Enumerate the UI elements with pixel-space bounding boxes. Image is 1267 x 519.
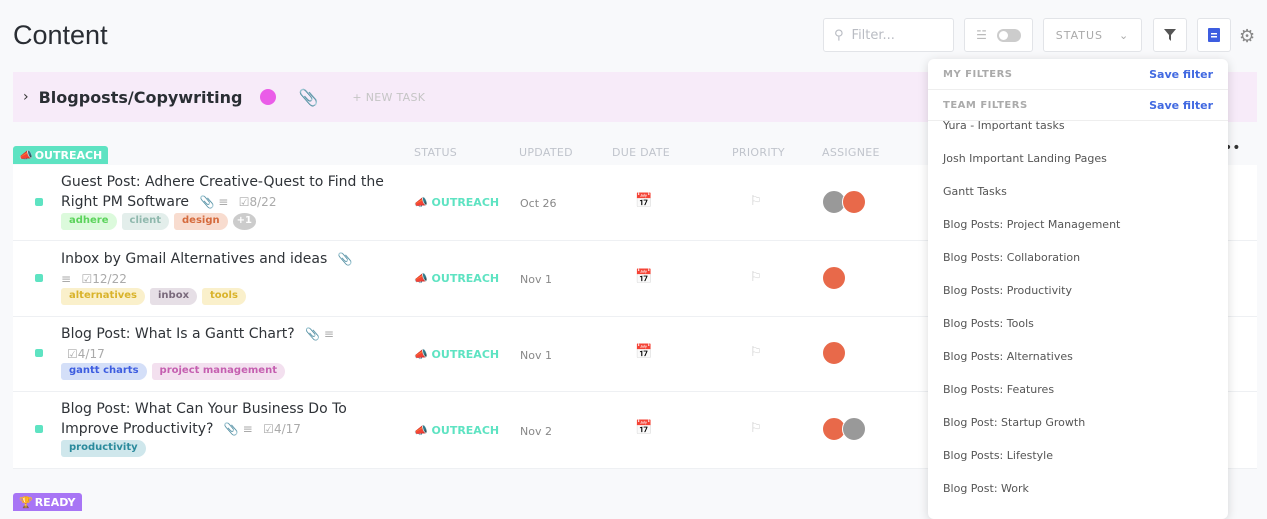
document-icon bbox=[1208, 28, 1220, 42]
saved-filter-item[interactable]: Blog Posts: Tools bbox=[943, 317, 1034, 330]
status-square[interactable] bbox=[35, 198, 43, 206]
checklist-icon: ☑ bbox=[81, 272, 93, 286]
avatar[interactable] bbox=[842, 190, 866, 214]
filter-button[interactable] bbox=[1153, 18, 1187, 52]
filter-placeholder: Filter... bbox=[851, 27, 895, 43]
tag[interactable]: alternatives bbox=[61, 288, 145, 305]
saved-filter-item[interactable]: Blog Posts: Lifestyle bbox=[943, 449, 1053, 462]
status-cell[interactable]: 📣 OUTREACH bbox=[414, 348, 499, 361]
saved-filter-item[interactable]: Yura - Important tasks bbox=[943, 119, 1065, 132]
paperclip-icon: 📎 ≡ bbox=[223, 422, 253, 436]
calendar-icon[interactable]: 📅 bbox=[635, 420, 652, 436]
calendar-icon[interactable]: 📅 bbox=[635, 193, 652, 209]
column-header-status[interactable]: STATUS bbox=[414, 146, 457, 159]
more-tags-badge[interactable]: +1 bbox=[232, 213, 256, 230]
task-name[interactable]: Inbox by Gmail Alternatives and ideas 📎 ≡… bbox=[61, 249, 391, 289]
status-square[interactable] bbox=[35, 425, 43, 433]
task-name[interactable]: Blog Post: What Can Your Business Do To … bbox=[61, 399, 381, 439]
section-label: READY bbox=[34, 495, 76, 509]
paperclip-icon: 📎 ≡ bbox=[305, 327, 334, 341]
filter-input[interactable]: ⚲ Filter... bbox=[823, 18, 954, 52]
page-title: Content bbox=[13, 20, 108, 50]
saved-filter-item[interactable]: Blog Post: Startup Growth bbox=[943, 416, 1085, 429]
tag[interactable]: inbox bbox=[150, 288, 198, 305]
updated-date: Nov 2 bbox=[520, 425, 552, 438]
checklist-count: 12/22 bbox=[92, 272, 127, 286]
trophy-icon: 🏆 bbox=[19, 495, 33, 509]
saved-filter-item[interactable]: Blog Posts: Alternatives bbox=[943, 350, 1073, 363]
save-button[interactable] bbox=[1197, 18, 1231, 52]
checklist-icon: ☑ bbox=[67, 347, 78, 361]
chevron-down-icon: ⌄ bbox=[1119, 28, 1130, 42]
toggle-switch[interactable] bbox=[996, 28, 1021, 42]
column-header-priority[interactable]: PRIORITY bbox=[732, 146, 785, 159]
my-filters-header: MY FILTERS Save filter bbox=[928, 59, 1228, 90]
save-filter-link[interactable]: Save filter bbox=[1149, 68, 1213, 81]
status-cell[interactable]: 📣 OUTREACH bbox=[414, 272, 499, 285]
status-square[interactable] bbox=[35, 349, 43, 357]
status-cell[interactable]: 📣 OUTREACH bbox=[414, 424, 499, 437]
megaphone-icon: 📣 bbox=[19, 148, 33, 162]
calendar-icon[interactable]: 📅 bbox=[635, 344, 652, 360]
paperclip-icon: 📎 ≡ bbox=[199, 195, 229, 209]
column-header-assignee[interactable]: ASSIGNEE bbox=[822, 146, 880, 159]
chevron-right-icon[interactable]: › bbox=[23, 89, 29, 105]
saved-filter-item[interactable]: Blog Post: Work bbox=[943, 482, 1029, 495]
saved-filter-item[interactable]: Blog Posts: Features bbox=[943, 383, 1054, 396]
paperclip-icon[interactable]: 📎 bbox=[298, 88, 318, 107]
flag-icon[interactable]: ⚐ bbox=[750, 345, 762, 360]
status-cell[interactable]: 📣 OUTREACH bbox=[414, 196, 499, 209]
task-name[interactable]: Blog Post: What Is a Gantt Chart? 📎 ≡ ☑4/… bbox=[61, 324, 391, 364]
section-badge-ready: 🏆 READY bbox=[13, 493, 82, 511]
gear-icon[interactable]: ⚙ bbox=[1239, 26, 1255, 47]
checklist-count: 8/22 bbox=[249, 195, 277, 209]
description-icon: ≡ bbox=[61, 272, 72, 286]
subtasks-toggle[interactable]: ☱ bbox=[964, 18, 1033, 52]
saved-filter-item[interactable]: Gantt Tasks bbox=[943, 185, 1007, 198]
saved-filter-item[interactable]: Blog Posts: Collaboration bbox=[943, 251, 1080, 264]
checklist-count: 4/17 bbox=[77, 347, 105, 361]
saved-filter-item[interactable]: Blog Posts: Project Management bbox=[943, 218, 1120, 231]
column-header-due-date[interactable]: DUE DATE bbox=[612, 146, 670, 159]
updated-date: Oct 26 bbox=[520, 197, 557, 210]
task-name[interactable]: Guest Post: Adhere Creative-Quest to Fin… bbox=[61, 172, 391, 212]
filters-dropdown: MY FILTERS Save filter TEAM FILTERS Save f… bbox=[928, 59, 1228, 519]
group-color-dot bbox=[260, 89, 277, 105]
column-header-updated[interactable]: UPDATED bbox=[519, 146, 573, 159]
search-icon: ⚲ bbox=[834, 27, 844, 43]
checklist-count: 4/17 bbox=[273, 422, 301, 436]
flag-icon[interactable]: ⚐ bbox=[750, 421, 762, 436]
tag[interactable]: gantt charts bbox=[61, 363, 147, 380]
avatar[interactable] bbox=[842, 417, 866, 441]
updated-date: Nov 1 bbox=[520, 349, 552, 362]
saved-filter-item[interactable]: Blog Posts: Productivity bbox=[943, 284, 1072, 297]
tag[interactable]: productivity bbox=[61, 440, 146, 457]
avatar[interactable] bbox=[822, 341, 846, 365]
checklist-icon: ☑ bbox=[263, 422, 274, 436]
team-filters-header: TEAM FILTERS Save filter bbox=[928, 90, 1228, 121]
tag[interactable]: tools bbox=[202, 288, 246, 305]
new-task-button[interactable]: + NEW TASK bbox=[352, 91, 425, 104]
save-filter-link[interactable]: Save filter bbox=[1149, 99, 1213, 112]
updated-date: Nov 1 bbox=[520, 273, 552, 286]
tag[interactable]: client bbox=[121, 213, 169, 230]
flag-icon[interactable]: ⚐ bbox=[750, 270, 762, 285]
group-name: Blogposts/Copywriting bbox=[38, 87, 243, 107]
saved-filter-item[interactable]: Josh Important Landing Pages bbox=[943, 152, 1107, 165]
funnel-icon bbox=[1164, 29, 1176, 41]
section-label: OUTREACH bbox=[34, 148, 103, 162]
paperclip-icon: 📎 bbox=[337, 252, 353, 266]
hierarchy-icon: ☱ bbox=[976, 28, 987, 42]
section-badge-outreach: 📣 OUTREACH bbox=[13, 146, 109, 164]
status-label: STATUS bbox=[1055, 28, 1104, 42]
status-square[interactable] bbox=[35, 274, 43, 282]
status-dropdown[interactable]: STATUS ⌄ bbox=[1043, 18, 1142, 52]
tag[interactable]: project management bbox=[151, 363, 285, 380]
tag[interactable]: design bbox=[174, 213, 228, 230]
calendar-icon[interactable]: 📅 bbox=[635, 269, 652, 285]
tag[interactable]: adhere bbox=[61, 213, 117, 230]
flag-icon[interactable]: ⚐ bbox=[750, 194, 762, 209]
avatar[interactable] bbox=[822, 266, 846, 290]
checklist-icon: ☑ bbox=[238, 195, 250, 209]
